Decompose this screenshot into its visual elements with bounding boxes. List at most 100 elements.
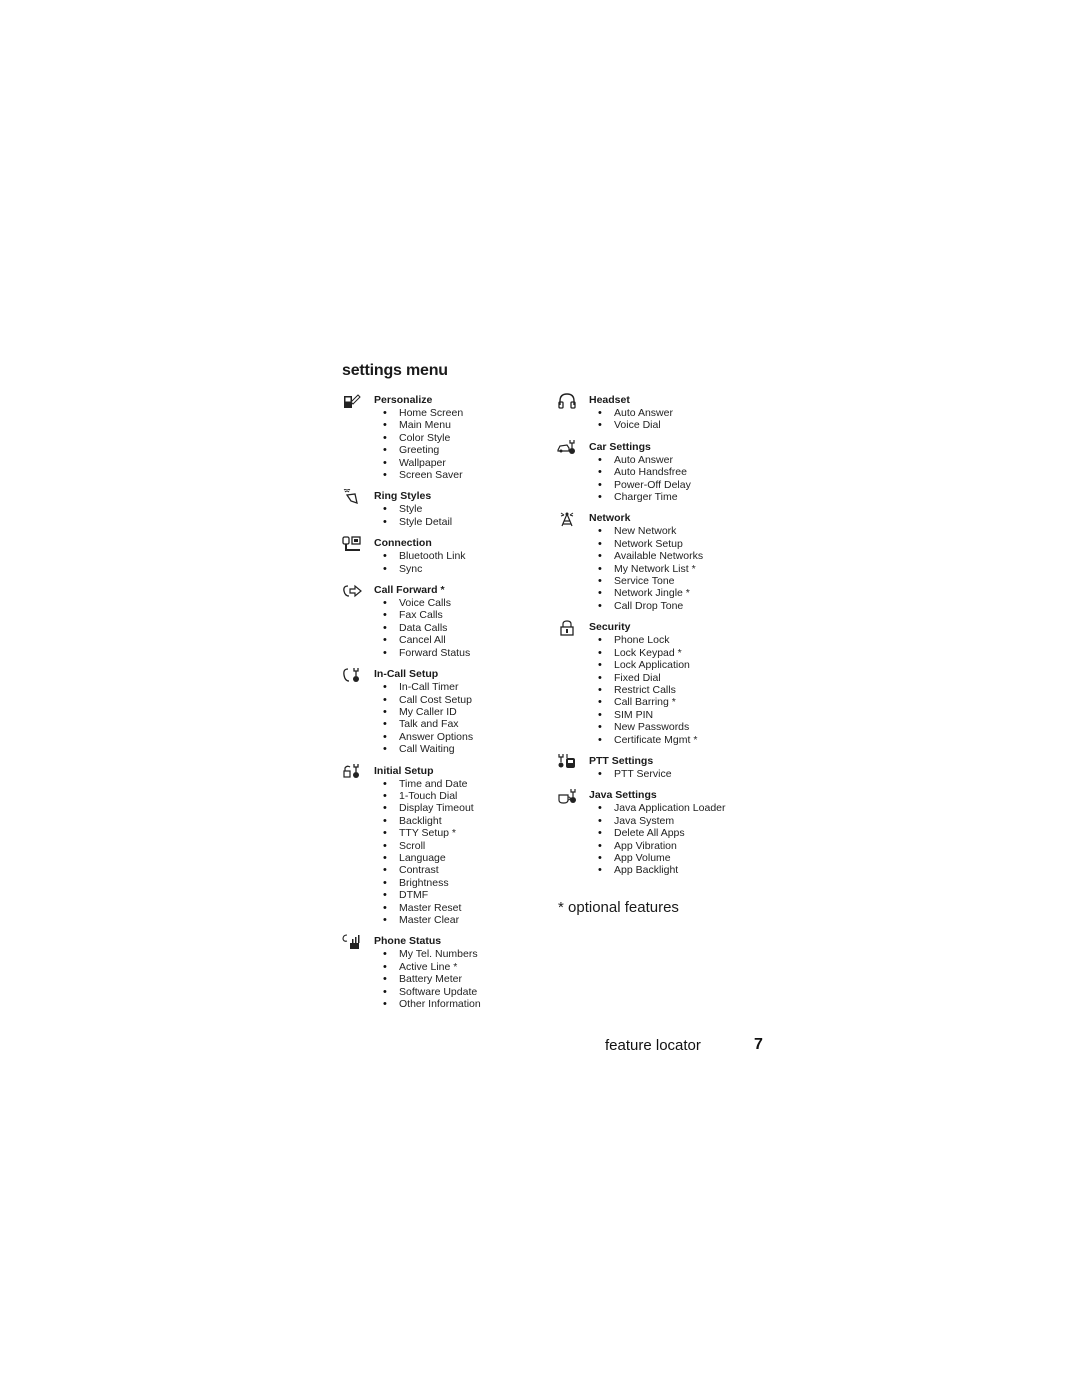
section-title: Personalize xyxy=(374,394,433,406)
menu-section-initial-setup: Initial SetupTime and Date1-Touch DialDi… xyxy=(341,764,551,927)
menu-section-car-settings: Car SettingsAuto AnswerAuto HandsfreePow… xyxy=(556,439,766,504)
menu-item: Time and Date xyxy=(383,778,551,791)
section-item-list: Voice CallsFax CallsData CallsCancel All… xyxy=(341,597,551,659)
menu-item: Wallpaper xyxy=(383,457,551,470)
section-header: Car Settings xyxy=(556,439,766,455)
section-title: Phone Status xyxy=(374,935,442,948)
section-title: Java Settings xyxy=(589,789,657,802)
menu-item: Network Setup xyxy=(598,538,766,551)
phone-status-icon xyxy=(341,934,363,950)
headset-icon xyxy=(556,392,578,409)
menu-item: Backlight xyxy=(383,815,551,828)
menu-item: Auto Answer xyxy=(598,454,766,467)
menu-item: Main Menu xyxy=(383,419,551,432)
menu-item: New Network xyxy=(598,525,766,538)
menu-item: TTY Setup * xyxy=(383,827,551,840)
section-title: Ring Styles xyxy=(374,490,432,503)
menu-item: Style xyxy=(383,503,551,516)
right-column: HeadsetAuto AnswerVoice Dial Car Settings… xyxy=(556,392,766,886)
section-item-list: Auto AnswerVoice Dial xyxy=(556,407,766,432)
section-title: Network xyxy=(589,512,631,525)
menu-item: Charger Time xyxy=(598,491,766,504)
menu-item: Call Drop Tone xyxy=(598,600,766,613)
section-header: Headset xyxy=(556,392,766,409)
section-title: Connection xyxy=(374,537,432,550)
menu-item: Restrict Calls xyxy=(598,684,766,697)
ring-styles-icon xyxy=(341,488,363,505)
section-item-list: My Tel. NumbersActive Line *Battery Mete… xyxy=(341,948,551,1010)
section-item-list: PTT Service xyxy=(556,768,766,781)
menu-item: Auto Answer xyxy=(598,407,766,420)
menu-item: Answer Options xyxy=(383,731,551,744)
section-title: Call Forward * xyxy=(374,584,445,597)
car-settings-icon xyxy=(556,439,578,455)
menu-item: Software Update xyxy=(383,986,551,999)
menu-item: Service Tone xyxy=(598,575,766,588)
menu-item: Color Style xyxy=(383,432,551,445)
menu-section-java-settings: Java SettingsJava Application LoaderJava… xyxy=(556,788,766,877)
menu-item: Java Application Loader xyxy=(598,802,766,815)
menu-item: Fax Calls xyxy=(383,609,551,622)
call-forward-icon xyxy=(341,583,363,599)
section-header: Ring Styles xyxy=(341,488,551,505)
section-title: Initial Setup xyxy=(374,764,434,777)
page-title: settings menu xyxy=(342,362,448,379)
section-title: Headset xyxy=(589,394,630,406)
menu-item: Lock Keypad * xyxy=(598,647,766,660)
section-title: Security xyxy=(589,621,631,634)
menu-item: Call Waiting xyxy=(383,743,551,756)
menu-item: Voice Calls xyxy=(383,597,551,610)
menu-section-phone-status: Phone StatusMy Tel. NumbersActive Line *… xyxy=(341,934,551,1011)
section-header: PTT Settings xyxy=(556,753,766,769)
menu-section-in-call-setup: In-Call SetupIn-Call TimerCall Cost Setu… xyxy=(341,667,551,756)
menu-item: Java System xyxy=(598,815,766,828)
menu-item: Battery Meter xyxy=(383,973,551,986)
optional-features-note: * optional features xyxy=(558,899,679,916)
java-settings-icon xyxy=(556,788,578,804)
menu-item: Forward Status xyxy=(383,647,551,660)
personalize-icon xyxy=(341,393,363,409)
menu-section-security: SecurityPhone LockLock Keypad *Lock Appl… xyxy=(556,620,766,746)
menu-item: SIM PIN xyxy=(598,709,766,722)
section-header: Security xyxy=(556,620,766,636)
menu-item: Data Calls xyxy=(383,622,551,635)
menu-item: Talk and Fax xyxy=(383,718,551,731)
menu-item: Language xyxy=(383,852,551,865)
section-header: Personalize xyxy=(341,393,551,409)
menu-item: 1-Touch Dial xyxy=(383,790,551,803)
security-icon xyxy=(556,620,578,636)
menu-section-ring-styles: Ring StylesStyleStyle Detail xyxy=(341,488,551,529)
menu-section-connection: ConnectionBluetooth LinkSync xyxy=(341,536,551,575)
connection-icon xyxy=(341,536,363,552)
menu-item: Greeting xyxy=(383,444,551,457)
menu-item: App Vibration xyxy=(598,840,766,853)
menu-item: Power-Off Delay xyxy=(598,479,766,492)
section-item-list: Auto AnswerAuto HandsfreePower-Off Delay… xyxy=(556,454,766,504)
section-item-list: Bluetooth LinkSync xyxy=(341,550,551,575)
section-item-list: Time and Date1-Touch DialDisplay Timeout… xyxy=(341,778,551,927)
menu-item: New Passwords xyxy=(598,721,766,734)
menu-item: Brightness xyxy=(383,877,551,890)
menu-section-network: NetworkNew NetworkNetwork SetupAvailable… xyxy=(556,511,766,613)
menu-item: Scroll xyxy=(383,840,551,853)
ptt-settings-icon xyxy=(556,753,578,769)
section-header: Call Forward * xyxy=(341,584,551,597)
menu-item: In-Call Timer xyxy=(383,681,551,694)
menu-item: Cancel All xyxy=(383,634,551,647)
menu-item: Master Clear xyxy=(383,914,551,927)
menu-section-ptt-settings: PTT SettingsPTT Service xyxy=(556,753,766,781)
menu-item: Style Detail xyxy=(383,516,551,529)
menu-item: Delete All Apps xyxy=(598,827,766,840)
menu-section-call-forward: Call Forward *Voice CallsFax CallsData C… xyxy=(341,584,551,660)
menu-item: My Tel. Numbers xyxy=(383,948,551,961)
section-header: In-Call Setup xyxy=(341,667,551,682)
network-icon xyxy=(556,511,578,527)
section-header: Java Settings xyxy=(556,788,766,804)
menu-item: Available Networks xyxy=(598,550,766,563)
menu-item: Display Timeout xyxy=(383,802,551,815)
section-header: Phone Status xyxy=(341,934,551,950)
section-title: Car Settings xyxy=(589,440,651,453)
page-number: 7 xyxy=(754,1036,763,1053)
menu-item: Active Line * xyxy=(383,961,551,974)
section-item-list: Phone LockLock Keypad *Lock ApplicationF… xyxy=(556,634,766,746)
